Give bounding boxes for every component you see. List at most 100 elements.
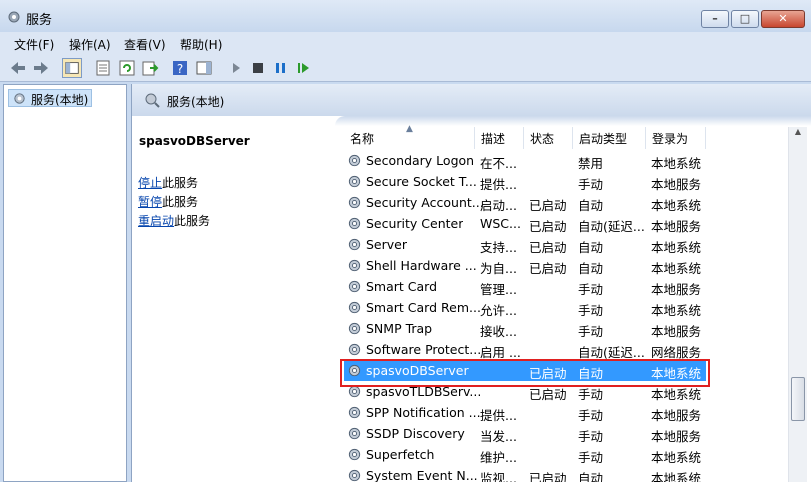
service-row[interactable]: Smart Card 管理... 手动 本地服务 [344, 276, 706, 297]
service-row[interactable]: Secure Socket T... 提供... 手动 本地服务 [344, 171, 706, 192]
service-row[interactable]: Software Protect... 启用 ... 自动(延迟... 网络服务 [344, 339, 706, 360]
service-desc-cell: 接收... [480, 324, 517, 339]
stop-link[interactable]: 停止 [138, 176, 162, 190]
service-row[interactable]: Security Account... 启动... 已启动 自动 本地系统 [344, 192, 706, 213]
service-gear-icon [348, 322, 361, 335]
service-gear-icon [348, 154, 361, 167]
menu-action[interactable]: 操作(A) [69, 36, 111, 53]
service-row[interactable]: Server 支持... 已启动 自动 本地系统 [344, 234, 706, 255]
service-gear-icon [348, 280, 361, 293]
window-controls: – □ ✕ [699, 10, 805, 28]
service-logon-cell: 本地服务 [651, 219, 702, 234]
help-icon[interactable]: ? [170, 58, 190, 78]
service-startup-cell: 手动 [578, 324, 604, 339]
panel-header-label: 服务(本地) [167, 95, 225, 109]
restart-service-icon[interactable] [294, 58, 314, 78]
stop-service-icon[interactable] [248, 58, 268, 78]
svg-text:?: ? [177, 62, 183, 76]
service-name-cell: Server [366, 237, 407, 252]
export-list-icon[interactable] [140, 58, 160, 78]
console-tree-icon[interactable] [62, 58, 82, 78]
service-logon-cell: 本地服务 [651, 282, 702, 297]
service-logon-cell: 本地服务 [651, 429, 702, 444]
service-logon-cell: 本地服务 [651, 324, 702, 339]
restart-link[interactable]: 重启动 [138, 214, 174, 228]
service-desc-cell: 提供... [480, 408, 517, 423]
service-logon-cell: 本地系统 [651, 303, 702, 318]
pause-link-suffix: 此服务 [162, 195, 199, 209]
service-startup-cell: 手动 [578, 450, 604, 465]
service-status-cell: 已启动 [529, 198, 567, 213]
service-startup-cell: 手动 [578, 303, 604, 318]
service-gear-icon [348, 175, 361, 188]
service-row[interactable]: Security Center WSC... 已启动 自动(延迟... 本地服务 [344, 213, 706, 234]
toolbar: ? [0, 54, 811, 82]
selected-service-title: spasvoDBServer [139, 134, 250, 148]
service-name-cell: SNMP Trap [366, 321, 433, 336]
service-startup-cell: 自动(延迟... [578, 219, 645, 234]
column-header-startup-type[interactable]: 启动类型 [573, 127, 646, 149]
menu-file[interactable]: 文件(F) [14, 36, 54, 53]
back-arrow-icon[interactable] [8, 58, 28, 78]
service-status-cell: 已启动 [529, 240, 567, 255]
service-gear-icon [348, 469, 361, 482]
menu-help[interactable]: 帮助(H) [180, 36, 222, 53]
service-startup-cell: 手动 [578, 408, 604, 423]
service-row[interactable]: Secondary Logon 在不... 禁用 本地系统 [344, 150, 706, 171]
maximize-icon: □ [739, 12, 751, 25]
scrollbar-thumb[interactable] [791, 377, 805, 421]
pause-service-icon[interactable] [271, 58, 291, 78]
service-gear-icon [348, 217, 361, 230]
forward-arrow-icon[interactable] [31, 58, 51, 78]
service-row[interactable]: SPP Notification ... 提供... 手动 本地服务 [344, 402, 706, 423]
service-name-cell: SSDP Discovery [366, 426, 465, 441]
service-row[interactable]: SNMP Trap 接收... 手动 本地服务 [344, 318, 706, 339]
service-status-cell: 已启动 [529, 261, 567, 276]
service-row[interactable]: Smart Card Rem... 允许... 手动 本地系统 [344, 297, 706, 318]
service-name-cell: SPP Notification ... [366, 405, 481, 420]
service-name-cell: Software Protect... [366, 342, 482, 357]
service-status-cell: 已启动 [529, 471, 567, 482]
service-logon-cell: 本地系统 [651, 198, 702, 213]
service-startup-cell: 自动 [578, 261, 604, 276]
service-row[interactable]: Shell Hardware ... 为自... 已启动 自动 本地系统 [344, 255, 706, 276]
service-gear-icon [348, 406, 361, 419]
start-service-icon[interactable] [226, 58, 246, 78]
window-title: 服务 [26, 13, 53, 28]
column-header-description[interactable]: 描述 [475, 127, 524, 149]
minimize-icon: – [712, 12, 718, 25]
service-gear-icon [348, 448, 361, 461]
service-gear-icon [348, 427, 361, 440]
service-gear-icon [348, 343, 361, 356]
show-hide-action-pane-icon[interactable] [194, 58, 214, 78]
pause-link[interactable]: 暂停 [138, 195, 162, 209]
service-desc-cell: 当发... [480, 429, 517, 444]
service-gear-icon [348, 301, 361, 314]
properties-icon[interactable] [93, 58, 113, 78]
service-desc-cell: 允许... [480, 303, 517, 318]
service-name-cell: Secure Socket T... [366, 174, 477, 189]
service-name-cell: Smart Card Rem... [366, 300, 481, 315]
column-header-log-on-as[interactable]: 登录为 [646, 127, 706, 149]
maximize-button[interactable]: □ [731, 10, 759, 28]
scroll-up-arrow-icon[interactable]: ▲ [789, 127, 807, 144]
close-button[interactable]: ✕ [761, 10, 805, 28]
action-pause: 暂停此服务 [138, 193, 198, 210]
service-row[interactable]: System Event N... 监视... 已启动 自动 本地系统 [344, 465, 706, 482]
service-desc-cell: 提供... [480, 177, 517, 192]
tree-item-services-local[interactable]: 服务(本地) [8, 89, 93, 107]
service-name-cell: Superfetch [366, 447, 435, 462]
service-row[interactable]: SSDP Discovery 当发... 手动 本地服务 [344, 423, 706, 444]
menu-view[interactable]: 查看(V) [124, 36, 166, 53]
minimize-button[interactable]: – [701, 10, 729, 28]
service-row[interactable]: Superfetch 维护... 手动 本地系统 [344, 444, 706, 465]
vertical-scrollbar[interactable]: ▲ [788, 127, 807, 482]
service-status-cell: 已启动 [529, 219, 567, 234]
service-logon-cell: 本地服务 [651, 408, 702, 423]
column-header-status[interactable]: 状态 [524, 127, 573, 149]
refresh-icon[interactable] [117, 58, 137, 78]
service-name-cell: Security Center [366, 216, 464, 231]
service-desc-cell: 管理... [480, 282, 517, 297]
service-startup-cell: 自动 [578, 240, 604, 255]
action-stop: 停止此服务 [138, 174, 198, 191]
